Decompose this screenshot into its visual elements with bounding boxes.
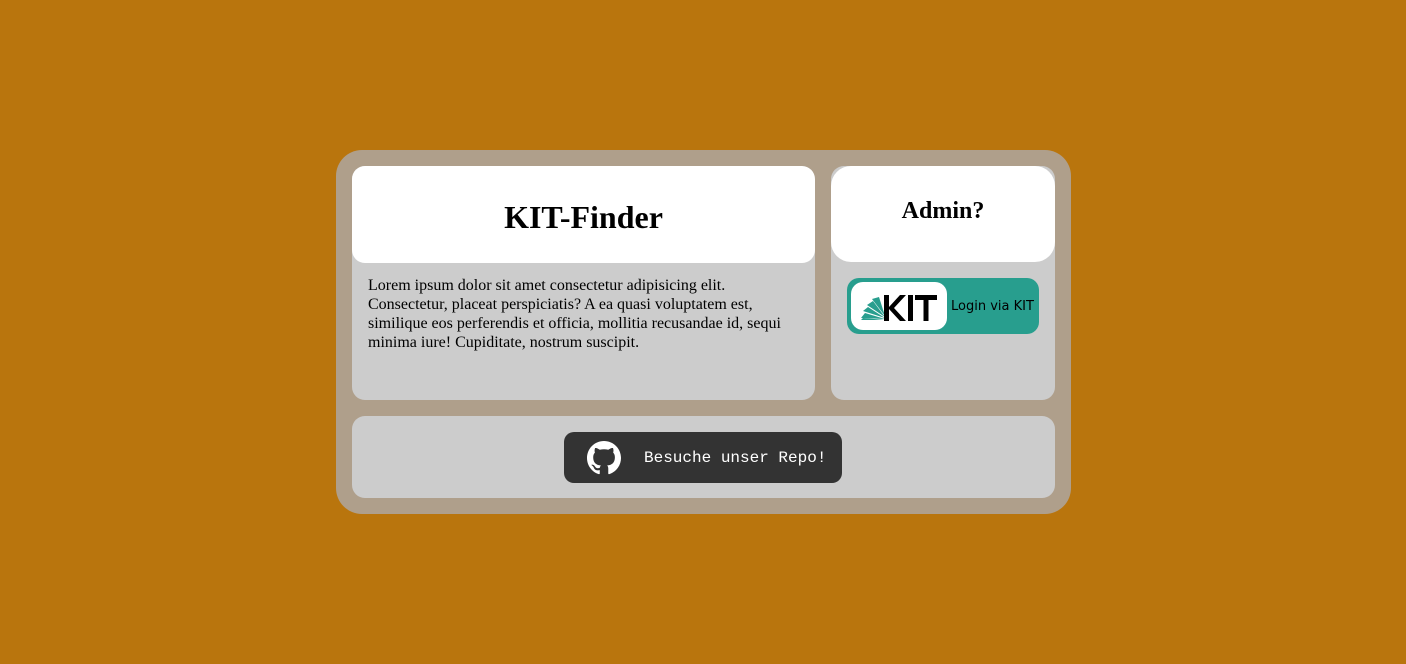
kit-logo-icon: [851, 282, 947, 330]
kit-logo-graphic: [861, 295, 937, 321]
description-text: Lorem ipsum dolor sit amet consectetur a…: [368, 277, 781, 351]
repo-button[interactable]: Besuche unser Repo!: [564, 432, 842, 483]
github-icon: [587, 440, 621, 475]
admin-title: Admin?: [901, 197, 985, 224]
admin-banner: Admin?: [831, 166, 1055, 262]
app-frame: KIT-Finder Lorem ipsum dolor sit amet co…: [336, 150, 1071, 514]
footer-card: Besuche unser Repo!: [352, 416, 1055, 498]
admin-card: Admin? Login via KIT: [831, 166, 1055, 400]
info-card: KIT-Finder Lorem ipsum dolor sit amet co…: [352, 166, 815, 400]
kit-login-button[interactable]: Login via KIT: [847, 278, 1039, 334]
title-banner: KIT-Finder: [352, 166, 815, 263]
kit-login-label: Login via KIT: [951, 298, 1034, 314]
repo-button-label: Besuche unser Repo!: [644, 448, 827, 467]
page-title: KIT-Finder: [504, 199, 663, 235]
